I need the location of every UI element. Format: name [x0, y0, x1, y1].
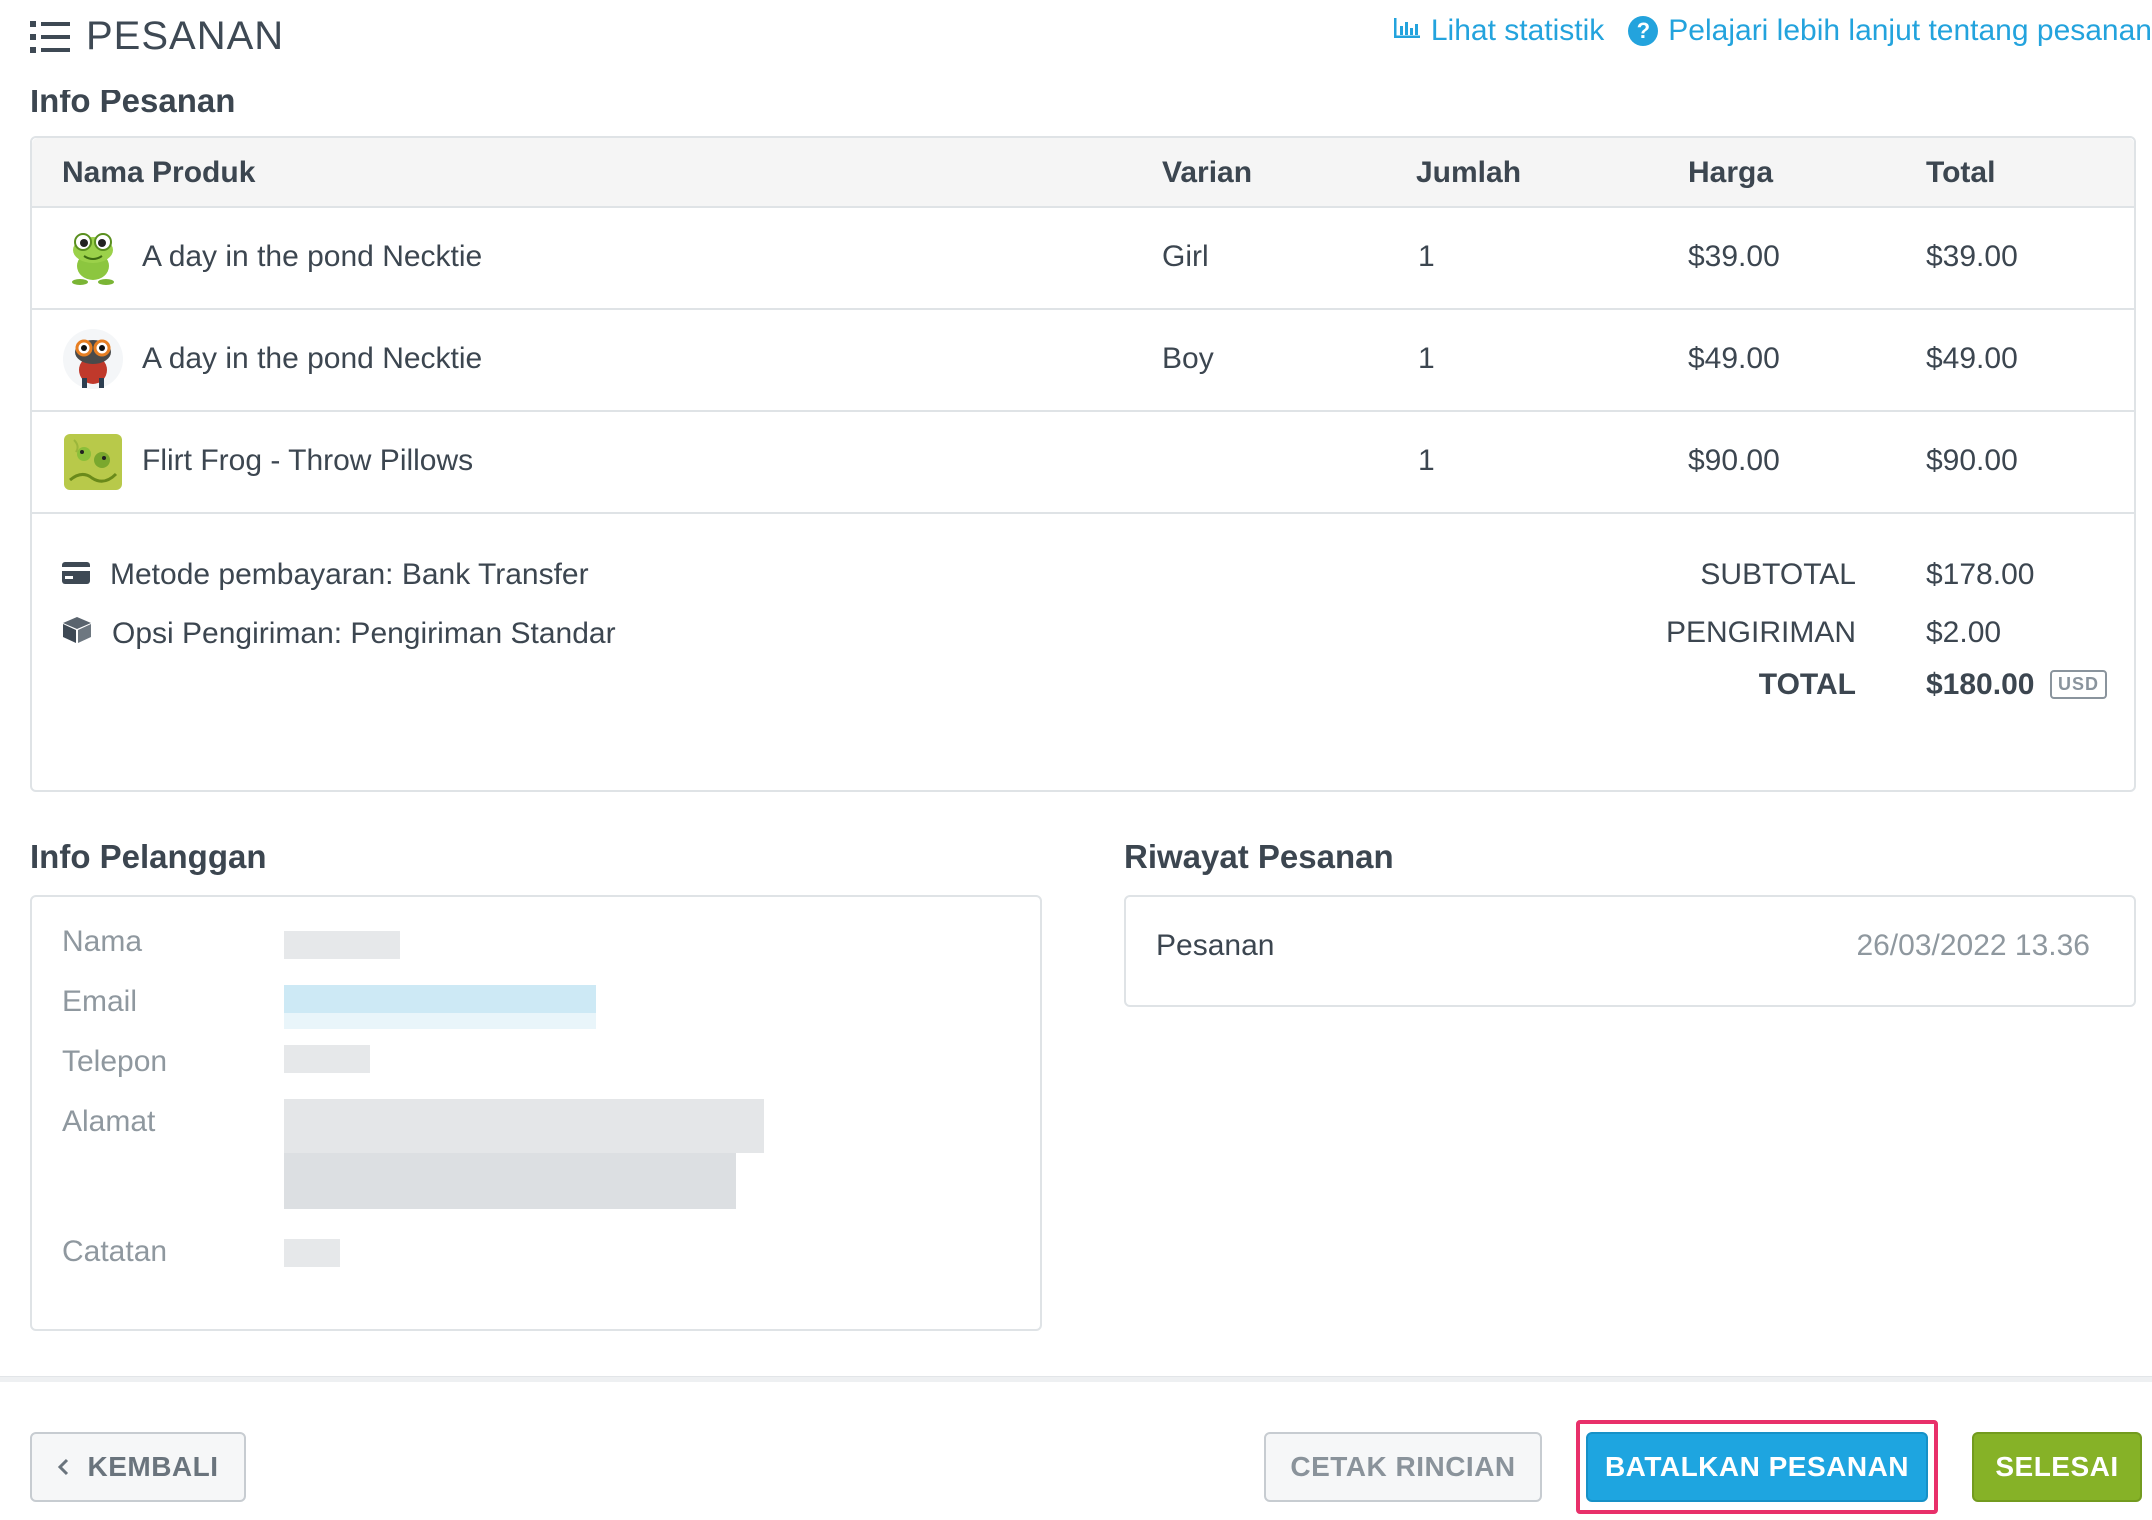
shipping-value: $2.00: [1926, 616, 2002, 649]
redacted-email: [284, 985, 596, 1013]
product-thumbnail: [62, 328, 124, 390]
customer-info-heading: Info Pelanggan: [30, 838, 267, 875]
product-thumbnail: [62, 226, 124, 288]
shipping-label: PENGIRIMAN: [1665, 616, 1856, 649]
product-name: A day in the pond Necktie: [142, 342, 483, 375]
product-quantity: 1: [1418, 240, 1435, 273]
credit-card-icon: [62, 558, 90, 592]
product-thumbnail: [62, 430, 124, 492]
customer-note-label: Catatan: [62, 1235, 168, 1268]
history-entry-label: Pesanan: [1156, 929, 1275, 962]
product-name: Flirt Frog - Throw Pillows: [142, 444, 474, 477]
currency-badge: USD: [2050, 670, 2108, 699]
learn-more-link[interactable]: ? Pelajari lebih lanjut tentang pesanan: [1628, 14, 2152, 48]
product-total: $90.00: [1926, 444, 2018, 477]
page-title-text: PESANAN: [86, 14, 285, 58]
box-icon: [62, 616, 92, 652]
product-name: A day in the pond Necktie: [142, 240, 483, 273]
view-stats-link[interactable]: Lihat statistik: [1393, 14, 1604, 48]
table-row[interactable]: A day in the pond Necktie Girl 1 $39.00 …: [32, 208, 2134, 310]
payment-method: Metode pembayaran: Bank Transfer: [62, 558, 589, 592]
product-quantity: 1: [1418, 444, 1435, 477]
learn-more-label: Pelajari lebih lanjut tentang pesanan: [1668, 14, 2152, 47]
redacted-address: [284, 1099, 764, 1153]
product-price: $39.00: [1688, 240, 1780, 273]
back-button-label: KEMBALI: [87, 1451, 219, 1482]
table-header: Nama Produk Varian Jumlah Harga Total: [32, 138, 2134, 208]
top-links: Lihat statistik ? Pelajari lebih lanjut …: [1393, 14, 2152, 48]
product-quantity: 1: [1418, 342, 1435, 375]
done-button[interactable]: SELESAI: [1972, 1432, 2142, 1502]
customer-info-card: Nama Email Telepon Alamat Catatan: [30, 895, 1042, 1331]
print-details-button[interactable]: CETAK RINCIAN: [1264, 1432, 1542, 1502]
product-total: $49.00: [1926, 342, 2018, 375]
col-product-name: Nama Produk: [62, 156, 256, 189]
bar-chart-icon: [1393, 14, 1421, 48]
table-row[interactable]: A day in the pond Necktie Boy 1 $49.00 $…: [32, 310, 2134, 412]
customer-phone-label: Telepon: [62, 1045, 168, 1078]
list-icon: [30, 20, 70, 54]
col-quantity: Jumlah: [1416, 156, 1522, 189]
payment-method-text: Metode pembayaran: Bank Transfer: [110, 558, 589, 591]
chevron-left-icon: [57, 1451, 69, 1483]
col-price: Harga: [1688, 156, 1774, 189]
history-entry-date: 26/03/2022 13.36: [1856, 929, 2090, 962]
product-total: $39.00: [1926, 240, 2018, 273]
subtotal-label: SUBTOTAL: [1700, 558, 1856, 591]
back-button[interactable]: KEMBALI: [30, 1432, 246, 1502]
customer-name-label: Nama: [62, 925, 143, 958]
done-label: SELESAI: [1995, 1451, 2119, 1482]
redacted-name: [284, 931, 400, 959]
footer-divider: [0, 1376, 2152, 1382]
col-total: Total: [1926, 156, 1996, 189]
product-price: $90.00: [1688, 444, 1780, 477]
shipping-option-text: Opsi Pengiriman: Pengiriman Standar: [112, 617, 616, 650]
help-icon: ?: [1628, 16, 1659, 46]
print-details-label: CETAK RINCIAN: [1290, 1451, 1516, 1482]
table-row[interactable]: Flirt Frog - Throw Pillows 1 $90.00 $90.…: [32, 412, 2134, 514]
shipping-option: Opsi Pengiriman: Pengiriman Standar: [62, 616, 616, 652]
order-items-table: Nama Produk Varian Jumlah Harga Total A …: [30, 136, 2136, 792]
customer-email-label: Email: [62, 985, 138, 1018]
redacted-phone: [284, 1045, 370, 1073]
product-variant: Girl: [1162, 240, 1209, 273]
col-variant: Varian: [1162, 156, 1253, 189]
order-summary: Metode pembayaran: Bank Transfer Opsi Pe…: [32, 514, 2134, 796]
view-stats-label: Lihat statistik: [1430, 14, 1605, 47]
subtotal-value: $178.00: [1926, 558, 2035, 591]
order-history-card: Pesanan 26/03/2022 13.36: [1124, 895, 2136, 1007]
cancel-order-label: BATALKAN PESANAN: [1604, 1451, 1910, 1482]
customer-address-label: Alamat: [62, 1105, 156, 1138]
page-title: PESANAN: [30, 14, 284, 59]
order-history-heading: Riwayat Pesanan: [1124, 838, 1394, 875]
redacted-note: [284, 1239, 340, 1267]
top-bar: PESANAN Lihat statistik ? Pelajari lebih…: [0, 0, 2152, 90]
product-variant: Boy: [1162, 342, 1214, 375]
cancel-order-button[interactable]: BATALKAN PESANAN: [1586, 1432, 1928, 1502]
total-label: TOTAL: [1758, 668, 1856, 701]
total-value: $180.00: [1926, 668, 2035, 701]
product-price: $49.00: [1688, 342, 1780, 375]
